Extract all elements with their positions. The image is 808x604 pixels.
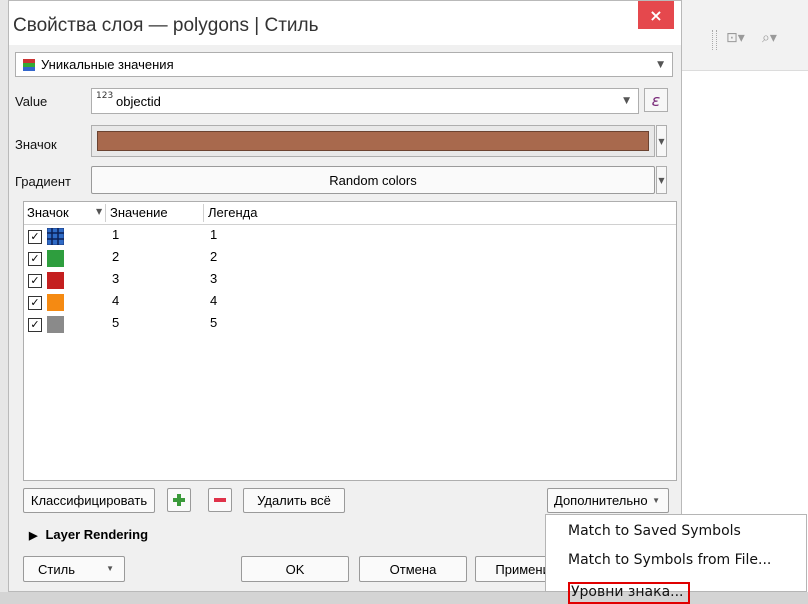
hatch-symbol-icon bbox=[47, 228, 64, 245]
column-header-legend[interactable]: Легенда bbox=[208, 205, 257, 220]
table-row[interactable]: ✓ 1 1 bbox=[24, 226, 676, 248]
background-toolbar: ⊡▾ ⌕▾ bbox=[682, 0, 808, 71]
delete-all-button[interactable]: Удалить всё bbox=[243, 488, 345, 513]
ok-button-label: OK bbox=[285, 561, 305, 577]
close-icon: × bbox=[649, 5, 663, 25]
expand-arrow-icon: ▶ bbox=[29, 530, 38, 542]
row-legend: 2 bbox=[210, 249, 218, 264]
chevron-down-icon: ▼ bbox=[658, 136, 665, 146]
remove-class-button[interactable] bbox=[208, 488, 232, 512]
close-button[interactable]: × bbox=[638, 1, 674, 29]
epsilon-icon: ε bbox=[651, 90, 661, 110]
symbol-color-swatch bbox=[97, 131, 649, 151]
classify-button-label: Классифицировать bbox=[30, 493, 148, 508]
table-row[interactable]: ✓ 4 4 bbox=[24, 292, 676, 314]
categories-table: Значок ▼ Значение Легенда ✓ 1 1 ✓ 2 2 ✓ … bbox=[23, 201, 677, 481]
row-legend: 3 bbox=[210, 271, 218, 286]
add-class-button[interactable] bbox=[167, 488, 191, 512]
chevron-down-icon: ▼ bbox=[657, 59, 664, 70]
delete-all-button-label: Удалить всё bbox=[257, 493, 331, 508]
row-checkbox[interactable]: ✓ bbox=[28, 296, 42, 310]
column-header-value[interactable]: Значение bbox=[110, 205, 168, 220]
advanced-popup-menu: Match to Saved Symbols Match to Symbols … bbox=[545, 514, 807, 604]
chevron-down-icon: ▼ bbox=[623, 96, 630, 106]
cancel-button[interactable]: Отмена bbox=[359, 556, 467, 582]
row-checkbox[interactable]: ✓ bbox=[28, 274, 42, 288]
table-header: Значок ▼ Значение Легенда bbox=[24, 202, 676, 225]
chevron-down-icon: ▼ bbox=[652, 496, 660, 505]
symbol-swatch-icon bbox=[47, 316, 64, 333]
toolbar-tool-icon[interactable]: ⊡▾ bbox=[726, 30, 745, 46]
chevron-down-icon: ▼ bbox=[106, 564, 114, 573]
style-menu-button[interactable]: Стиль ▼ bbox=[23, 556, 125, 582]
row-checkbox[interactable]: ✓ bbox=[28, 252, 42, 266]
ok-button[interactable]: OK bbox=[241, 556, 349, 582]
sort-indicator-icon: ▼ bbox=[96, 207, 103, 216]
row-checkbox[interactable]: ✓ bbox=[28, 318, 42, 332]
symbol-swatch-icon bbox=[47, 294, 64, 311]
row-checkbox[interactable]: ✓ bbox=[28, 230, 42, 244]
symbol-label: Значок bbox=[15, 137, 57, 152]
symbol-dropdown-button[interactable]: ▼ bbox=[656, 125, 667, 157]
row-legend: 4 bbox=[210, 293, 218, 308]
row-legend: 5 bbox=[210, 315, 218, 330]
dialog-title: Свойства слоя — polygons | Стиль bbox=[13, 15, 319, 36]
row-value: 5 bbox=[112, 315, 120, 330]
advanced-button-label: Дополнительно bbox=[554, 493, 648, 508]
background-map-area: ⊡▾ ⌕▾ bbox=[682, 0, 808, 592]
layer-rendering-label: Layer Rendering bbox=[45, 527, 149, 542]
value-label: Value bbox=[15, 94, 48, 109]
symbol-swatch-icon bbox=[47, 272, 64, 289]
layer-properties-dialog: Свойства слоя — polygons | Стиль × Уника… bbox=[8, 0, 682, 592]
renderer-select-value: Уникальные значения bbox=[41, 57, 174, 72]
renderer-categorized-icon bbox=[23, 59, 35, 71]
color-ramp-dropdown-button[interactable]: ▼ bbox=[656, 166, 667, 194]
symbol-button[interactable] bbox=[91, 125, 655, 157]
gradient-label: Градиент bbox=[15, 174, 71, 189]
toolbar-grip bbox=[712, 30, 717, 50]
row-value: 2 bbox=[112, 249, 120, 264]
layer-rendering-section[interactable]: ▶ Layer Rendering bbox=[29, 527, 148, 542]
renderer-select[interactable]: Уникальные значения ▼ bbox=[15, 52, 673, 77]
menu-item-match-symbols-from-file[interactable]: Match to Symbols from File... bbox=[568, 552, 771, 568]
row-value: 3 bbox=[112, 271, 120, 286]
integer-type-icon: 123 bbox=[96, 91, 114, 101]
expression-button[interactable]: ε bbox=[644, 88, 668, 112]
row-legend: 1 bbox=[210, 227, 218, 242]
menu-item-match-saved-symbols[interactable]: Match to Saved Symbols bbox=[568, 523, 741, 539]
row-value: 4 bbox=[112, 293, 120, 308]
color-ramp-text: Random colors bbox=[329, 172, 417, 188]
column-header-symbol[interactable]: Значок bbox=[27, 205, 69, 220]
table-row[interactable]: ✓ 5 5 bbox=[24, 314, 676, 336]
chevron-down-icon: ▼ bbox=[658, 175, 665, 185]
value-field-text: objectid bbox=[116, 94, 161, 109]
table-row[interactable]: ✓ 2 2 bbox=[24, 248, 676, 270]
value-field-select[interactable]: 123 objectid ▼ bbox=[91, 88, 639, 114]
table-row[interactable]: ✓ 3 3 bbox=[24, 270, 676, 292]
classify-button[interactable]: Классифицировать bbox=[23, 488, 155, 513]
cancel-button-label: Отмена bbox=[389, 561, 437, 577]
symbol-swatch-icon bbox=[47, 250, 64, 267]
style-button-label: Стиль bbox=[38, 561, 75, 577]
row-value: 1 bbox=[112, 227, 120, 242]
dialog-titlebar: Свойства слоя — polygons | Стиль × bbox=[9, 1, 681, 45]
color-ramp-button[interactable]: Random colors bbox=[91, 166, 655, 194]
advanced-button[interactable]: Дополнительно ▼ bbox=[547, 488, 669, 513]
toolbar-zoom-icon[interactable]: ⌕▾ bbox=[762, 30, 777, 46]
highlight-box bbox=[568, 582, 690, 604]
